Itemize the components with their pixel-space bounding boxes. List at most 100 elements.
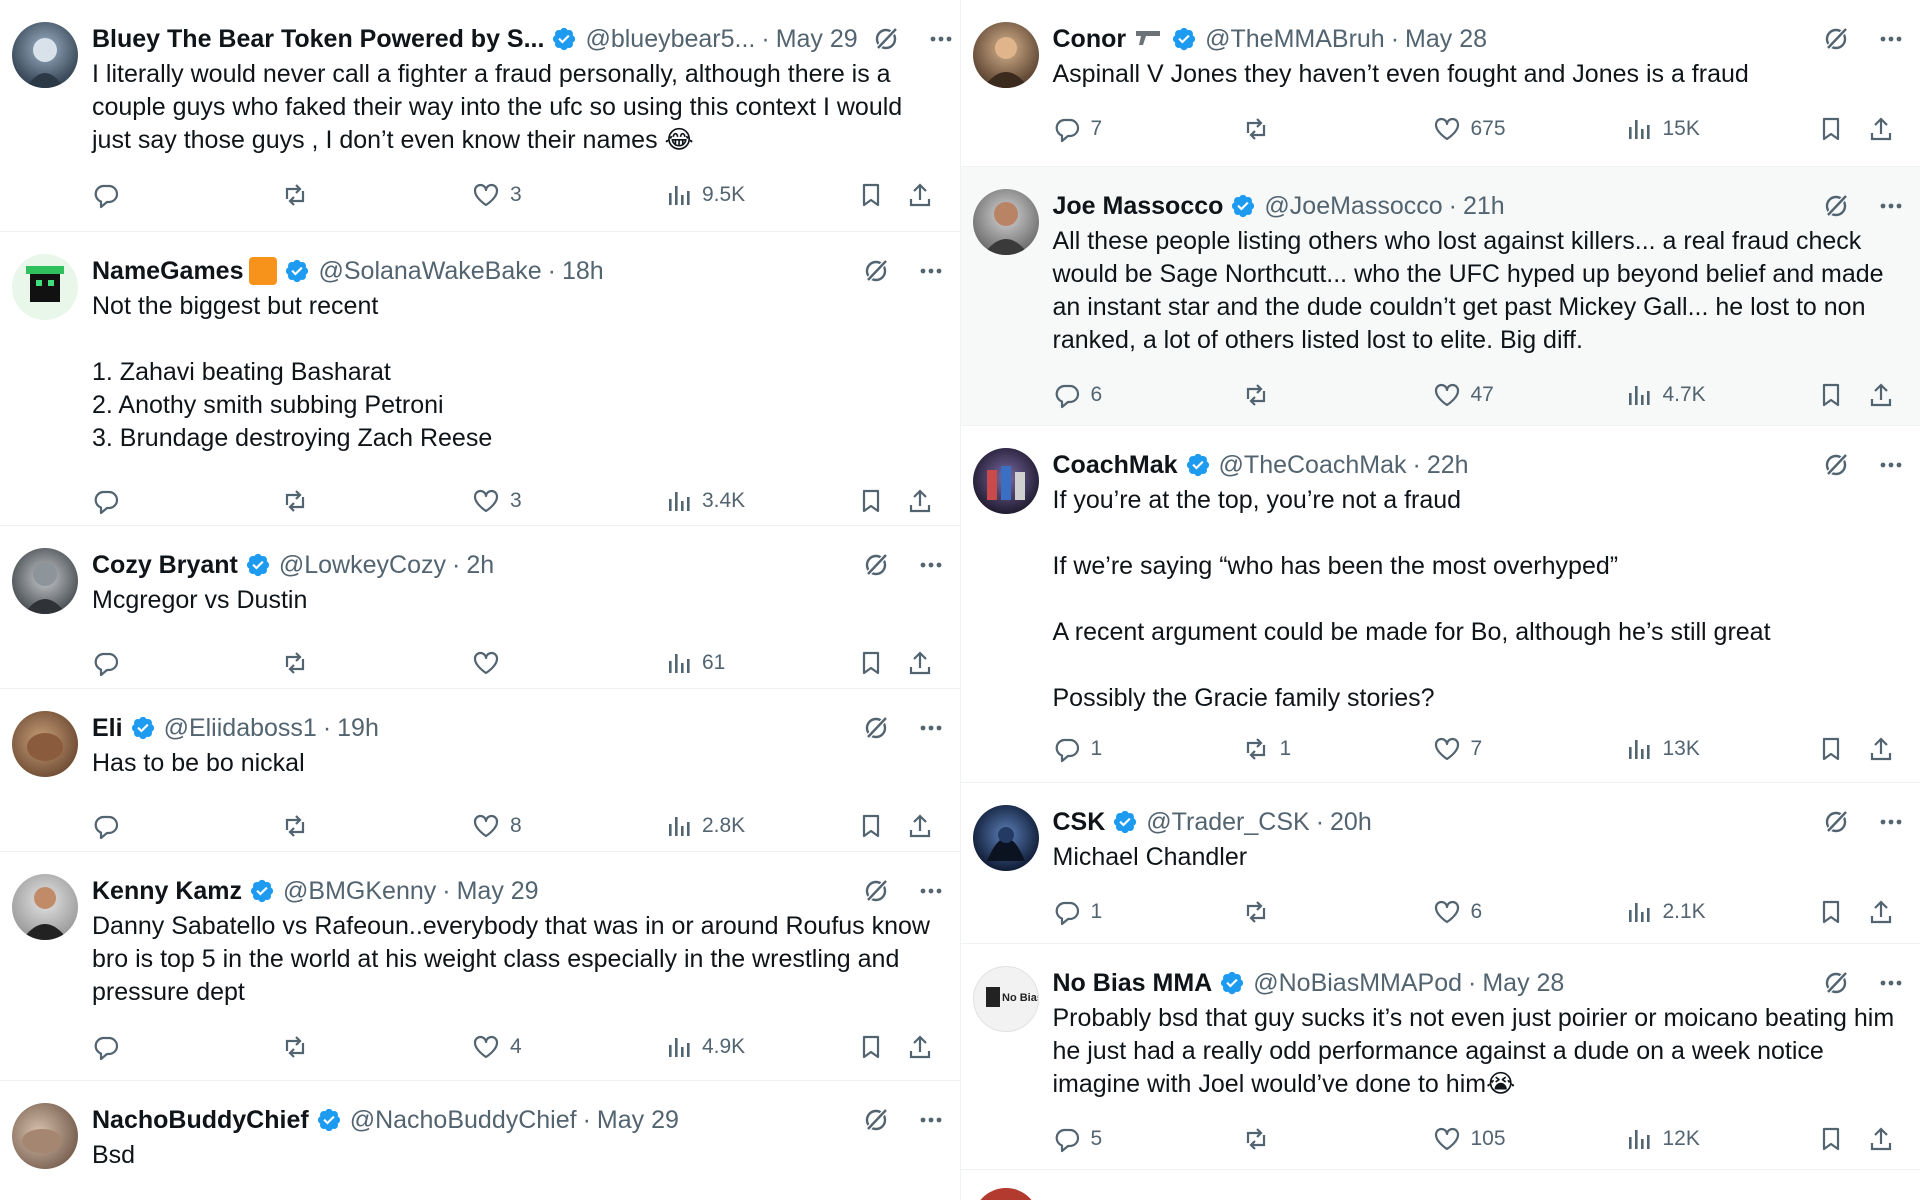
retweet-button[interactable]: [1242, 898, 1433, 926]
timestamp[interactable]: May 29: [457, 877, 539, 906]
avatar[interactable]: [972, 448, 1039, 514]
views-button[interactable]: 13K: [1624, 735, 1817, 763]
retweet-button[interactable]: [281, 487, 472, 515]
handle[interactable]: @SolanaWakeBake: [318, 257, 541, 286]
timestamp[interactable]: May 28: [1405, 25, 1487, 54]
grok-icon[interactable]: [862, 257, 890, 285]
more-icon[interactable]: [1876, 24, 1906, 54]
handle[interactable]: @BMGKenny: [283, 877, 436, 906]
grok-icon[interactable]: [872, 25, 900, 53]
display-name[interactable]: CoachMak: [1053, 451, 1178, 480]
more-icon[interactable]: [916, 550, 946, 580]
retweet-button[interactable]: [1242, 381, 1433, 409]
like-button[interactable]: 105: [1433, 1125, 1625, 1153]
bookmark-button[interactable]: [1817, 735, 1866, 763]
tweet-card[interactable]: CoachMak @TheCoachMak · 22h If you’re at…: [960, 426, 1920, 783]
reply-button[interactable]: [92, 1033, 281, 1061]
tweet-card[interactable]: Eli @Eliidaboss1 · 19h Has to be bo nick…: [0, 689, 960, 852]
reply-button[interactable]: 7: [1053, 115, 1242, 143]
tweet-card[interactable]: NachoBuddyChief @NachoBuddyChief · May 2…: [0, 1081, 960, 1200]
tweet-card[interactable]: Conor @TheMMABruh · May 28 Aspinall V Jo…: [960, 0, 1920, 167]
views-button[interactable]: 15K: [1624, 115, 1817, 143]
like-button[interactable]: 7: [1433, 735, 1625, 763]
like-button[interactable]: [472, 649, 664, 677]
retweet-button[interactable]: [281, 649, 472, 677]
handle[interactable]: @TheCoachMak: [1219, 451, 1407, 480]
views-button[interactable]: 61: [664, 649, 857, 677]
grok-icon[interactable]: [862, 551, 890, 579]
handle[interactable]: @NachoBuddyChief: [350, 1106, 577, 1135]
handle[interactable]: @Trader_CSK: [1146, 808, 1309, 837]
share-button[interactable]: [906, 1033, 945, 1061]
avatar[interactable]: [12, 711, 78, 777]
handle[interactable]: @Eliidaboss1: [164, 714, 317, 743]
handle[interactable]: @NoBiasMMAPod: [1253, 969, 1462, 998]
share-button[interactable]: [1867, 735, 1906, 763]
bookmark-button[interactable]: [857, 181, 906, 209]
avatar[interactable]: [972, 805, 1039, 871]
more-icon[interactable]: [926, 24, 956, 54]
display-name[interactable]: Conor: [1053, 25, 1127, 54]
timestamp[interactable]: May 29: [776, 25, 858, 54]
bookmark-button[interactable]: [857, 812, 906, 840]
bookmark-button[interactable]: [857, 649, 906, 677]
grok-icon[interactable]: [862, 877, 890, 905]
grok-icon[interactable]: [862, 1106, 890, 1134]
timestamp[interactable]: May 29: [597, 1106, 679, 1135]
tweet-card[interactable]: Joe Massocco @JoeMassocco · 21h All thes…: [960, 167, 1920, 426]
more-icon[interactable]: [916, 713, 946, 743]
display-name[interactable]: Eli: [92, 714, 123, 743]
more-icon[interactable]: [1876, 968, 1906, 998]
views-button[interactable]: 2.8K: [664, 812, 857, 840]
avatar[interactable]: [972, 1188, 1039, 1200]
avatar[interactable]: [972, 22, 1039, 88]
share-button[interactable]: [1867, 1125, 1906, 1153]
share-button[interactable]: [906, 487, 945, 515]
share-button[interactable]: [1867, 898, 1906, 926]
avatar[interactable]: [972, 189, 1039, 255]
retweet-button[interactable]: [1242, 1125, 1433, 1153]
views-button[interactable]: 9.5K: [664, 181, 857, 209]
reply-button[interactable]: [92, 487, 281, 515]
more-icon[interactable]: [1876, 807, 1906, 837]
timestamp[interactable]: May 28: [1482, 969, 1564, 998]
handle[interactable]: @TheMMABruh: [1205, 25, 1385, 54]
bookmark-button[interactable]: [1817, 898, 1866, 926]
timestamp[interactable]: 21h: [1463, 192, 1505, 221]
avatar[interactable]: [12, 1103, 78, 1169]
tweet-card-partial[interactable]: [961, 1170, 1920, 1200]
grok-icon[interactable]: [1822, 25, 1850, 53]
timestamp[interactable]: 2h: [466, 551, 494, 580]
bookmark-button[interactable]: [1817, 381, 1866, 409]
grok-icon[interactable]: [1822, 192, 1850, 220]
share-button[interactable]: [906, 181, 945, 209]
share-button[interactable]: [906, 649, 945, 677]
more-icon[interactable]: [1876, 450, 1906, 480]
reply-button[interactable]: [92, 181, 281, 209]
display-name[interactable]: Joe Massocco: [1053, 192, 1224, 221]
reply-button[interactable]: [92, 649, 281, 677]
reply-button[interactable]: 1: [1053, 735, 1242, 763]
display-name[interactable]: Bluey The Bear Token Powered by S...: [92, 25, 544, 54]
bookmark-button[interactable]: [857, 1033, 906, 1061]
tweet-card[interactable]: Kenny Kamz @BMGKenny · May 29 Danny Saba…: [0, 852, 960, 1081]
display-name[interactable]: No Bias MMA: [1053, 969, 1213, 998]
timestamp[interactable]: 18h: [562, 257, 604, 286]
like-button[interactable]: 47: [1433, 381, 1625, 409]
like-button[interactable]: 3: [472, 487, 664, 515]
handle[interactable]: @JoeMassocco: [1264, 192, 1442, 221]
share-button[interactable]: [1867, 381, 1906, 409]
share-button[interactable]: [1867, 115, 1906, 143]
like-button[interactable]: 6: [1433, 898, 1625, 926]
display-name[interactable]: Kenny Kamz: [92, 877, 242, 906]
avatar[interactable]: [12, 548, 78, 614]
timestamp[interactable]: 22h: [1427, 451, 1469, 480]
views-button[interactable]: 12K: [1624, 1125, 1817, 1153]
timestamp[interactable]: 19h: [337, 714, 379, 743]
tweet-card[interactable]: Bluey The Bear Token Powered by S... @bl…: [0, 0, 960, 232]
views-button[interactable]: 4.7K: [1624, 381, 1817, 409]
grok-icon[interactable]: [1822, 451, 1850, 479]
tweet-card[interactable]: NameGames @SolanaWakeBake · 18h Not the …: [0, 232, 960, 526]
tweet-card[interactable]: No Bias No Bias MMA @NoBiasMMAPod · May …: [960, 944, 1920, 1170]
more-icon[interactable]: [916, 876, 946, 906]
